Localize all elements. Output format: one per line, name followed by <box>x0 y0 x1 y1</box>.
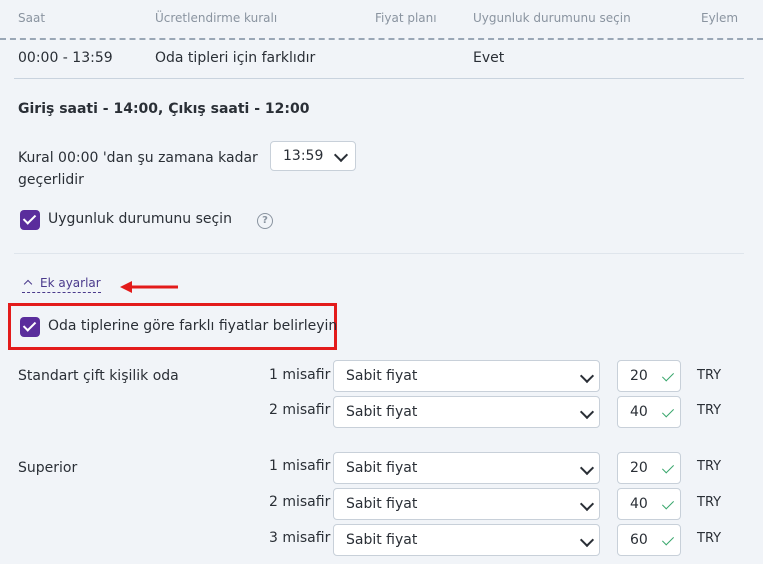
column-header-rule: Ücretlendirme kuralı <box>155 11 278 25</box>
red-arrow-annotation <box>120 281 178 293</box>
price-type-select[interactable]: Sabit fiyat <box>333 452 600 484</box>
chevron-down-icon <box>579 532 595 548</box>
amount-value: 40 <box>630 404 648 420</box>
price-type-value: Sabit fiyat <box>346 496 418 512</box>
room-prices-checkbox-label: Oda tiplerine göre farklı fiyatlar belir… <box>48 318 338 334</box>
check-icon <box>661 497 675 510</box>
column-header-plan: Fiyat planı <box>375 11 437 25</box>
price-type-select[interactable]: Sabit fiyat <box>333 524 600 556</box>
room-name: Standart çift kişilik oda <box>18 368 179 384</box>
extra-settings-toggle[interactable]: Ek ayarlar <box>22 276 101 293</box>
amount-input[interactable]: 40 <box>617 396 681 428</box>
chevron-down-icon <box>579 404 595 420</box>
price-type-value: Sabit fiyat <box>346 368 418 384</box>
check-icon <box>661 461 675 474</box>
chevron-down-icon <box>579 368 595 384</box>
chevron-down-icon <box>579 496 595 512</box>
amount-value: 60 <box>630 532 648 548</box>
chevron-down-icon <box>333 147 349 163</box>
currency-label: TRY <box>697 368 722 383</box>
amount-value: 20 <box>630 460 648 476</box>
currency-label: TRY <box>697 403 722 418</box>
amount-input[interactable]: 20 <box>617 360 681 392</box>
section-divider <box>14 253 744 254</box>
time-select[interactable]: 13:59 <box>270 141 356 171</box>
header-divider <box>0 38 763 40</box>
availability-checkbox[interactable] <box>20 210 40 230</box>
availability-checkbox-label: Uygunluk durumunu seçin <box>48 211 232 227</box>
guest-count: 2 misafir <box>269 494 331 510</box>
amount-input[interactable]: 20 <box>617 452 681 484</box>
price-type-value: Sabit fiyat <box>346 532 418 548</box>
column-header-action: Eylem <box>701 11 739 25</box>
column-header-time: Saat <box>18 11 46 25</box>
guest-count: 1 misafir <box>269 458 331 474</box>
row-availability: Evet <box>473 50 505 66</box>
check-icon <box>661 369 675 382</box>
amount-input[interactable]: 60 <box>617 524 681 556</box>
column-header-availability: Uygunluk durumunu seçin <box>473 11 631 25</box>
amount-value: 40 <box>630 496 648 512</box>
section-title: Giriş saati - 14:00, Çıkış saati - 12:00 <box>18 101 310 117</box>
currency-label: TRY <box>697 531 722 546</box>
check-icon <box>661 533 675 546</box>
amount-input[interactable]: 40 <box>617 488 681 520</box>
help-icon[interactable]: ? <box>257 213 273 229</box>
row-time: 00:00 - 13:59 <box>18 50 113 66</box>
room-name: Superior <box>18 460 78 476</box>
guest-count: 2 misafir <box>269 402 331 418</box>
rule-label: Kural 00:00 'dan şu zamana kadar geçerli… <box>18 150 258 188</box>
price-type-value: Sabit fiyat <box>346 460 418 476</box>
price-type-value: Sabit fiyat <box>346 404 418 420</box>
price-type-select[interactable]: Sabit fiyat <box>333 360 600 392</box>
price-type-select[interactable]: Sabit fiyat <box>333 488 600 520</box>
time-select-value: 13:59 <box>283 148 324 164</box>
check-icon <box>661 405 675 418</box>
guest-count: 3 misafir <box>269 530 331 546</box>
currency-label: TRY <box>697 495 722 510</box>
room-prices-checkbox[interactable] <box>20 317 40 337</box>
chevron-down-icon <box>579 460 595 476</box>
extra-settings-label: Ek ayarlar <box>40 276 101 290</box>
chevron-up-icon <box>23 279 33 289</box>
row-divider <box>14 78 744 79</box>
guest-count: 1 misafir <box>269 367 331 383</box>
currency-label: TRY <box>697 459 722 474</box>
price-type-select[interactable]: Sabit fiyat <box>333 396 600 428</box>
row-rule: Oda tipleri için farklıdır <box>155 50 316 66</box>
amount-value: 20 <box>630 368 648 384</box>
